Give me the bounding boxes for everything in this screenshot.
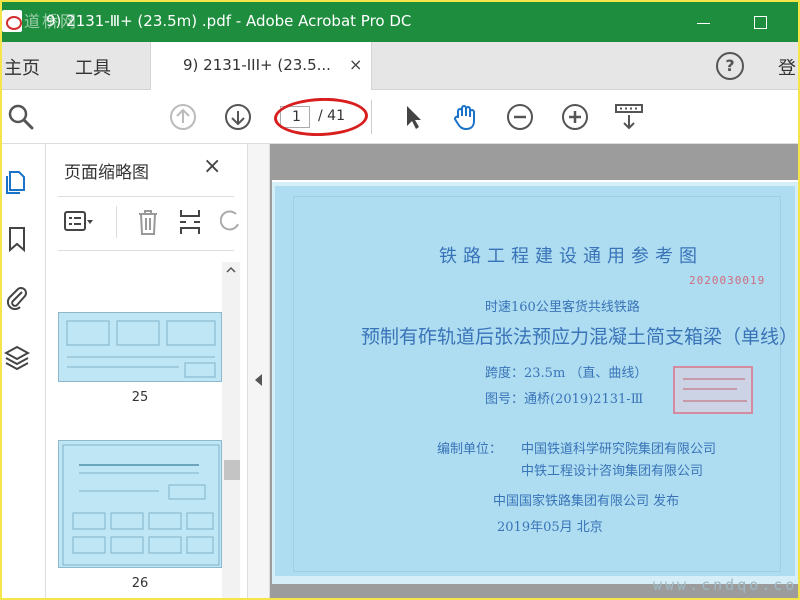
main-toolbar: 1 / 41 <box>2 90 798 144</box>
document-span: 跨度：23.5m （直、曲线） <box>485 366 648 381</box>
thumbnail-options-icon[interactable] <box>64 210 94 234</box>
close-panel-icon[interactable]: × <box>203 154 221 179</box>
panel-collapse-strip[interactable] <box>248 144 270 598</box>
tab-bar: 主页 工具 9) 2131-III+ (23.5... × ? 登 <box>2 42 798 90</box>
acrobat-logo-icon <box>2 10 22 32</box>
search-icon[interactable] <box>6 102 36 132</box>
blueprint-sheet: 铁路工程建设通用参考图 2020030019 时速160公里客货共线铁路 预制有… <box>275 186 798 594</box>
bookmark-icon[interactable] <box>4 226 30 252</box>
delete-page-icon[interactable] <box>136 208 160 236</box>
page-thumbnails-icon[interactable] <box>4 168 30 194</box>
document-tab-label: 9) 2131-III+ (23.5... <box>183 56 331 74</box>
document-org-label: 编制单位： <box>437 442 503 457</box>
site-watermark-bottom: www.cndqo.com <box>653 576 798 594</box>
prev-page-icon[interactable] <box>168 102 198 132</box>
window-title: 9) 2131-Ⅲ+ (23.5m) .pdf - Adobe Acrobat … <box>46 12 412 30</box>
zoom-out-icon[interactable] <box>505 102 535 132</box>
layers-icon[interactable] <box>4 344 30 370</box>
rotate-page-icon[interactable] <box>220 210 240 234</box>
document-subtitle: 时速160公里客货共线铁路 <box>485 300 640 315</box>
tab-home[interactable]: 主页 <box>4 54 40 80</box>
acrobat-window: 道桥网 9) 2131-Ⅲ+ (23.5m) .pdf - Adobe Acro… <box>2 2 798 598</box>
thumbnail-page-26-drawing <box>62 444 220 566</box>
document-org-1: 中国铁道科学研究院集团有限公司 <box>521 442 717 457</box>
minimize-button[interactable] <box>690 10 718 34</box>
thumbnail-label: 25 <box>131 390 149 405</box>
thumbnails-list: 25 26 <box>46 254 248 598</box>
toolbar-divider <box>371 100 372 134</box>
pdf-page: 铁路工程建设通用参考图 2020030019 时速160公里客货共线铁路 预制有… <box>272 180 798 594</box>
stamp-line <box>683 378 745 380</box>
collapse-arrow-icon[interactable] <box>255 374 262 386</box>
red-highlight-circle <box>273 96 369 138</box>
document-heading: 铁路工程建设通用参考图 <box>439 246 703 267</box>
close-tab-icon[interactable]: × <box>349 55 362 74</box>
document-date: 2019年05月 北京 <box>497 520 603 535</box>
scrollbar-thumb[interactable] <box>224 460 240 480</box>
approval-stamp <box>673 366 753 414</box>
thumbnails-panel: 页面缩略图 × 25 26 <box>46 144 248 598</box>
zoom-in-icon[interactable] <box>560 102 590 132</box>
thumbnail-page-25-drawing <box>66 320 216 378</box>
help-icon[interactable]: ? <box>716 52 744 80</box>
stamp-line <box>683 400 747 402</box>
thumbnail-page-25[interactable] <box>58 312 222 382</box>
panel-divider <box>58 250 234 251</box>
document-drawing-number: 图号：通桥(2019)2131-Ⅲ <box>485 392 644 407</box>
navigation-rail <box>2 144 46 598</box>
select-arrow-icon[interactable] <box>398 102 428 132</box>
panel-tools-divider <box>116 206 117 238</box>
document-tab[interactable]: 9) 2131-III+ (23.5... × <box>150 42 372 90</box>
document-code: 2020030019 <box>689 274 766 287</box>
thumbnail-label: 26 <box>131 576 149 591</box>
scroll-up-icon[interactable] <box>222 262 240 278</box>
thumbnails-scrollbar[interactable] <box>222 262 240 598</box>
hand-tool-icon[interactable] <box>450 102 480 132</box>
insert-page-icon[interactable] <box>178 208 202 236</box>
next-page-icon[interactable] <box>223 102 253 132</box>
maximize-button[interactable] <box>746 10 774 34</box>
title-bar: 道桥网 9) 2131-Ⅲ+ (23.5m) .pdf - Adobe Acro… <box>2 2 798 42</box>
panel-divider <box>58 196 234 197</box>
stamp-line <box>683 388 737 390</box>
panel-toolbar <box>58 200 244 244</box>
document-publisher: 中国国家铁路集团有限公司 发布 <box>493 494 680 509</box>
thumbnail-page-26[interactable] <box>58 440 222 568</box>
scroll-mode-icon[interactable] <box>614 102 644 132</box>
sign-in-button[interactable]: 登 <box>778 54 796 80</box>
attachment-icon[interactable] <box>4 284 30 310</box>
document-view: 铁路工程建设通用参考图 2020030019 时速160公里客货共线铁路 预制有… <box>248 144 798 598</box>
tab-tools[interactable]: 工具 <box>75 54 111 80</box>
document-main-title: 预制有砟轨道后张法预应力混凝土简支箱梁（单线） <box>361 326 798 348</box>
document-org-2: 中铁工程设计咨询集团有限公司 <box>521 464 704 479</box>
panel-title: 页面缩略图 <box>64 163 149 183</box>
